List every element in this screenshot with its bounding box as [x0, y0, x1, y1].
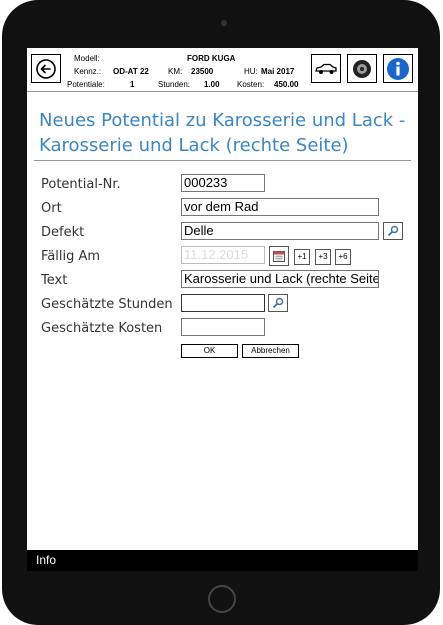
ok-button[interactable]: OK	[181, 344, 238, 358]
tablet-frame: Modell: FORD KUGA Kennz.: OD-AT 22 KM: 2…	[2, 0, 440, 625]
title-divider	[34, 160, 411, 161]
page-title: Neues Potential zu Karosserie und Lack -…	[39, 110, 406, 156]
kosten-field-label: Geschätzte Kosten	[41, 321, 163, 336]
modell-label: Modell:	[74, 54, 100, 63]
back-button[interactable]	[31, 54, 61, 83]
ort-label: Ort	[41, 201, 62, 216]
footer-bar: Info	[27, 550, 418, 571]
km-value: 23500	[191, 67, 214, 76]
plus1-button[interactable]: +1	[294, 249, 310, 265]
kennz-label: Kennz.:	[74, 67, 102, 76]
tire-button[interactable]	[347, 54, 377, 83]
text-field[interactable]: Karosserie und Lack (rechte Seite)	[181, 270, 379, 288]
stunden-search-button[interactable]	[268, 294, 288, 312]
hu-value: Mai 2017	[261, 67, 295, 76]
vehicle-header: Modell: FORD KUGA Kennz.: OD-AT 22 KM: 2…	[27, 48, 418, 92]
potential-nr-field[interactable]: 000233	[181, 174, 265, 192]
defekt-label: Defekt	[41, 225, 85, 240]
plus3-button[interactable]: +3	[315, 249, 331, 265]
kosten-field[interactable]	[181, 318, 265, 336]
faellig-label: Fällig Am	[41, 249, 101, 264]
camera-icon	[221, 20, 227, 26]
calendar-icon	[273, 250, 285, 262]
stunden-label: Stunden:	[158, 80, 191, 89]
info-link[interactable]: Info	[36, 550, 56, 571]
info-icon	[387, 57, 409, 80]
calendar-button[interactable]	[269, 246, 289, 266]
car-button[interactable]	[311, 54, 341, 83]
stunden-field[interactable]	[181, 294, 265, 312]
cancel-button[interactable]: Abbrechen	[242, 344, 299, 358]
kennz-value: OD-AT 22	[113, 67, 149, 76]
car-icon	[315, 63, 337, 74]
plus6-button[interactable]: +6	[335, 249, 351, 265]
back-arrow-icon	[36, 58, 56, 79]
stunden-value: 1.00	[204, 80, 220, 89]
search-icon	[272, 297, 284, 309]
hu-label: HU:	[244, 67, 258, 76]
km-label: KM:	[168, 67, 183, 76]
text-label: Text	[41, 273, 68, 288]
potential-nr-label: Potential-Nr.	[41, 177, 121, 192]
potentiale-label: Potentiale:	[67, 80, 105, 89]
info-button[interactable]	[383, 54, 413, 83]
tire-icon	[353, 59, 371, 78]
faellig-field[interactable]: 11.12.2015	[181, 246, 265, 264]
defekt-search-button[interactable]	[383, 222, 403, 240]
app-screen: Modell: FORD KUGA Kennz.: OD-AT 22 KM: 2…	[27, 48, 418, 571]
ort-field[interactable]: vor dem Rad	[181, 198, 379, 216]
kosten-label: Kosten:	[237, 80, 265, 89]
potentiale-value: 1	[130, 80, 135, 89]
modell-value: FORD KUGA	[187, 54, 236, 63]
home-button[interactable]	[208, 585, 236, 613]
defekt-field[interactable]: Delle	[181, 222, 379, 240]
kosten-value: 450.00	[274, 80, 299, 89]
search-icon	[387, 225, 399, 237]
stunden-field-label: Geschätzte Stunden	[41, 297, 173, 312]
